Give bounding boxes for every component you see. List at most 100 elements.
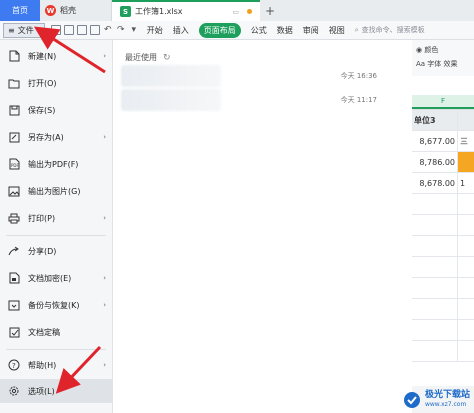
refresh-icon[interactable]: ↻ [163, 53, 171, 63]
tab-bar: 首页 W 稻壳 S 工作簿1.xlsx ▭ + [0, 0, 474, 21]
quick-save-icon[interactable] [50, 25, 61, 35]
pdf-icon: PDF [8, 158, 20, 170]
cell[interactable] [458, 278, 474, 298]
redo-icon[interactable]: ↷ [116, 25, 126, 35]
cell[interactable] [412, 194, 458, 214]
menu-item-label: 新建(N) [28, 51, 57, 61]
spreadsheet-icon: S [120, 6, 131, 17]
quick-export-icon[interactable] [89, 25, 100, 35]
command-search[interactable]: ⌕ 查找命令、搜索模板 [355, 25, 425, 35]
cell[interactable]: 8,677.00 [412, 131, 458, 151]
cell[interactable]: 1 [458, 173, 474, 193]
cell[interactable] [458, 110, 474, 130]
lock-icon [8, 272, 20, 284]
tab-workbook[interactable]: S 工作簿1.xlsx ▭ [112, 0, 260, 21]
cell[interactable]: 8,786.00 [412, 152, 458, 172]
table-row [412, 278, 474, 299]
cell[interactable]: 8,678.00 [412, 173, 458, 193]
menu-item-export-image[interactable]: 输出为图片(G) [0, 179, 113, 203]
menu-item-new[interactable]: 新建(N) › [0, 44, 113, 68]
tab-insert[interactable]: 插入 [173, 25, 189, 36]
cell[interactable]: 单位3 [412, 110, 458, 130]
menu-item-save[interactable]: 保存(S) [0, 98, 113, 122]
search-icon: ⌕ [354, 25, 359, 34]
spreadsheet-grid[interactable]: F 单位3 8,677.00 三 8,786.00 8,678.00 1 [412, 76, 474, 386]
cell[interactable] [458, 194, 474, 214]
tab-formulas[interactable]: 公式 [251, 25, 267, 36]
cell[interactable] [458, 152, 474, 172]
cell[interactable] [458, 257, 474, 277]
menu-item-open[interactable]: 打开(O) [0, 71, 113, 95]
menu-item-label: 打印(P) [28, 213, 56, 223]
tab-docer[interactable]: W 稻壳 [40, 0, 112, 21]
cell[interactable] [412, 257, 458, 277]
cell[interactable] [412, 278, 458, 298]
window-icon[interactable]: ▭ [232, 8, 239, 16]
undo-icon[interactable]: ↶ [103, 25, 113, 35]
recent-file-time: 今天 11:17 [340, 96, 377, 104]
menu-item-label: 备份与恢复(K) [28, 300, 80, 310]
recent-file-item[interactable]: 今天 11:17 [119, 86, 401, 114]
chevron-right-icon: › [103, 301, 106, 309]
cell[interactable] [412, 320, 458, 340]
cell[interactable] [412, 299, 458, 319]
table-row [412, 194, 474, 215]
docer-logo-icon: W [45, 5, 56, 16]
tab-workbook-label: 工作簿1.xlsx [135, 7, 183, 16]
tab-view[interactable]: 视图 [329, 25, 345, 36]
cell[interactable] [412, 215, 458, 235]
color-button[interactable]: ◉ 颜色 [416, 43, 470, 57]
watermark-url: www.xz7.com [424, 401, 467, 408]
chevron-right-icon: › [103, 274, 106, 282]
svg-text:?: ? [12, 362, 16, 370]
print-icon [8, 212, 20, 224]
menu-item-share[interactable]: 分享(D) [0, 239, 113, 263]
file-menu-label: 文件 [17, 25, 34, 35]
tab-home-label: 首页 [12, 6, 28, 15]
tab-page-layout[interactable]: 页面布局 [198, 22, 241, 38]
cell[interactable] [458, 320, 474, 340]
finalize-icon [8, 326, 20, 338]
help-icon: ? [8, 359, 20, 371]
effect-label: 效果 [443, 60, 458, 68]
cell[interactable] [458, 215, 474, 235]
menu-divider [6, 349, 106, 350]
menu-item-options[interactable]: 选项(L) [0, 379, 113, 403]
tab-start[interactable]: 开始 [147, 25, 163, 36]
menu-item-save-as[interactable]: 另存为(A) › [0, 125, 113, 149]
quick-print-preview-icon[interactable] [63, 25, 74, 35]
menu-item-label: 帮助(H) [28, 360, 57, 370]
color-label: 颜色 [424, 46, 439, 54]
tab-data[interactable]: 数据 [277, 25, 293, 36]
menu-item-label: 文档定稿 [28, 327, 60, 337]
more-icon[interactable]: ▾ [129, 25, 139, 35]
quick-print-icon[interactable] [76, 25, 87, 35]
cell[interactable] [412, 236, 458, 256]
menu-item-print[interactable]: 打印(P) › [0, 206, 113, 230]
table-row: 8,677.00 三 [412, 131, 474, 152]
cell[interactable] [412, 341, 458, 361]
file-menu-button[interactable]: ≡ 文件 ▾ [3, 22, 45, 38]
font-button[interactable]: Aa 字体 效果 [416, 57, 470, 71]
save-as-icon [8, 131, 20, 143]
table-row [412, 341, 474, 362]
menu-item-export-pdf[interactable]: PDF 输出为PDF(F) [0, 152, 113, 176]
menu-item-finalize[interactable]: 文档定稿 [0, 320, 113, 344]
tab-home[interactable]: 首页 [0, 0, 40, 21]
menu-item-label: 分享(D) [28, 246, 57, 256]
unsaved-dot-icon [247, 9, 252, 14]
cell[interactable] [458, 236, 474, 256]
menu-item-label: 另存为(A) [28, 132, 64, 142]
column-header-f[interactable]: F [412, 95, 474, 109]
menu-item-label: 输出为PDF(F) [28, 159, 79, 169]
chevron-down-icon: ▾ [36, 26, 40, 34]
menu-item-help[interactable]: ? 帮助(H) › [0, 353, 113, 377]
cell[interactable]: 三 [458, 131, 474, 151]
cell[interactable] [458, 341, 474, 361]
menu-item-encrypt[interactable]: 文档加密(E) › [0, 266, 113, 290]
menu-item-backup[interactable]: 备份与恢复(K) › [0, 293, 113, 317]
tab-review[interactable]: 审阅 [303, 25, 319, 36]
new-tab-button[interactable]: + [260, 0, 280, 21]
save-icon [8, 104, 20, 116]
cell[interactable] [458, 299, 474, 319]
